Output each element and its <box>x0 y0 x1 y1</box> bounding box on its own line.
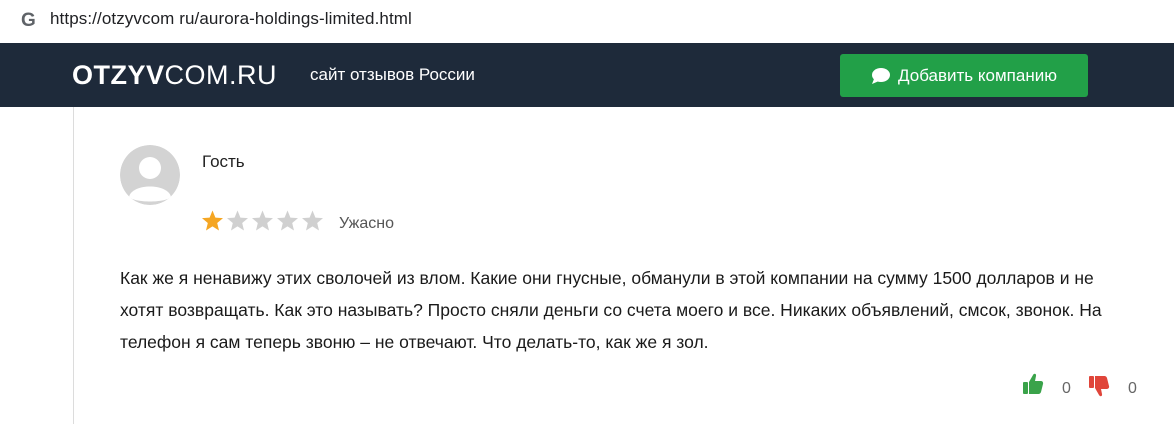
google-icon: G <box>21 10 36 30</box>
user-silhouette-icon <box>120 145 180 205</box>
star-empty-icon <box>252 210 273 231</box>
dislikes-count: 0 <box>1128 380 1137 397</box>
rating-label: Ужасно <box>339 215 394 232</box>
content-left-border <box>73 107 74 424</box>
thumbs-down-icon[interactable] <box>1088 374 1110 398</box>
site-tagline: сайт отзывов России <box>310 65 475 84</box>
avatar <box>120 145 180 205</box>
review-author: Гость <box>202 152 245 171</box>
add-company-button[interactable]: Добавить компанию <box>840 54 1088 97</box>
chat-bubble-icon <box>872 67 891 84</box>
add-company-label: Добавить компанию <box>898 65 1057 85</box>
star-empty-icon <box>227 210 248 231</box>
url-text[interactable]: https://otzyvcom ru/aurora-holdings-limi… <box>50 8 412 30</box>
site-logo[interactable]: OTZYVCOM.RU <box>72 59 277 91</box>
site-header: OTZYVCOM.RU сайт отзывов России Добавить… <box>0 43 1174 107</box>
rating-stars <box>200 209 325 233</box>
star-filled-icon <box>202 210 223 231</box>
likes-count: 0 <box>1062 380 1071 397</box>
address-bar[interactable]: G https://otzyvcom ru/aurora-holdings-li… <box>0 0 1174 43</box>
star-empty-icon <box>302 210 323 231</box>
logo-rest-part: COM.RU <box>164 60 278 90</box>
star-empty-icon <box>277 210 298 231</box>
svg-text:G: G <box>21 10 36 30</box>
logo-bold-part: OTZYV <box>72 60 165 90</box>
thumbs-up-icon[interactable] <box>1022 372 1044 396</box>
review-text: Как же я ненавижу этих сволочей из влом.… <box>120 268 1102 352</box>
